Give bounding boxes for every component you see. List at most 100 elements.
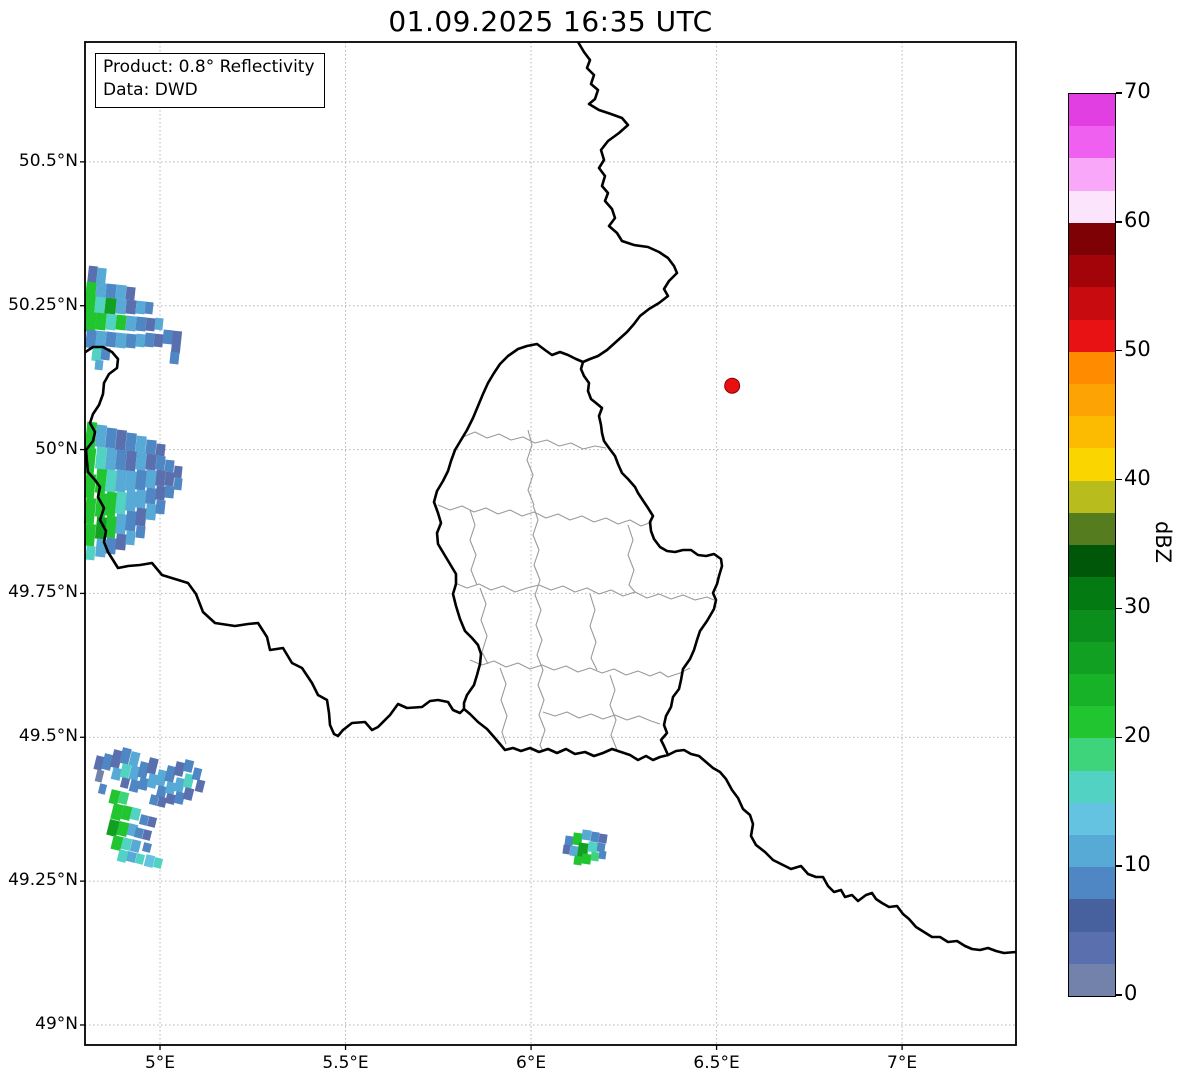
product-annotation-line2: Data: DWD [103, 79, 315, 102]
radar-echo-cell [115, 333, 127, 349]
radar-echo-cell [125, 491, 137, 512]
product-annotation-line1: Product: 0.8° Reflectivity [103, 56, 315, 79]
canton-border [438, 505, 652, 526]
radar-echo-cell [146, 757, 159, 775]
colorbar-tick-mark [1116, 350, 1122, 352]
radar-echo-cell [85, 330, 97, 349]
radar-echo-cell [144, 302, 153, 315]
colorbar-band [1069, 771, 1115, 803]
radar-echo-cell [164, 460, 174, 473]
radar-echo-cell [115, 299, 127, 315]
colorbar-band [1069, 287, 1115, 319]
colorbar-axis-label: dBZ [1151, 502, 1175, 582]
radar-echo-cell [105, 428, 117, 449]
colorbar [1068, 93, 1116, 997]
radar-echo-cell [95, 283, 107, 299]
colorbar-tick-mark [1116, 92, 1122, 94]
colorbar-band [1069, 223, 1115, 255]
colorbar-tick-label: 60 [1124, 208, 1151, 232]
radar-echo-cell [95, 331, 107, 348]
radar-echo-cell [183, 759, 195, 773]
radar-echo-cell [94, 360, 103, 371]
radar-echo-cell [183, 787, 195, 801]
colorbar-tick-mark [1116, 221, 1122, 223]
colorbar-band [1069, 577, 1115, 609]
radar-echo-cell [96, 268, 107, 285]
colorbar-tick-label: 20 [1124, 723, 1151, 747]
colorbar-band [1069, 191, 1115, 223]
colorbar-band [1069, 384, 1115, 416]
radar-echo-cell [85, 546, 95, 561]
colorbar-band [1069, 126, 1115, 158]
radar-echo-cell [569, 845, 578, 856]
colorbar-tick-mark [1116, 865, 1122, 867]
radar-echo-cell [145, 454, 157, 471]
radar-echo-cell [105, 314, 117, 331]
colorbar-tick-mark [1116, 737, 1122, 739]
colorbar-tick-mark [1116, 479, 1122, 481]
radar-echo-cell [598, 851, 606, 860]
radar-echo-cell [91, 347, 101, 362]
lat-tick-label: 50.5°N [0, 151, 78, 171]
belgium-france-border [84, 347, 464, 736]
radar-echo-cell [135, 526, 145, 539]
colorbar-band [1069, 545, 1115, 577]
colorbar-tick-label: 10 [1124, 852, 1151, 876]
colorbar-band [1069, 481, 1115, 513]
colorbar-tick-label: 30 [1124, 594, 1151, 618]
radar-echo-cell [164, 472, 174, 487]
radar-echo-cell [562, 845, 570, 855]
radar-echo-cell [145, 470, 157, 489]
colorbar-tick-mark [1116, 608, 1122, 610]
radar-echo-cell [581, 829, 591, 840]
colorbar-band [1069, 448, 1115, 480]
radar-echo-cell [125, 531, 135, 546]
lat-tick-label: 50°N [0, 439, 78, 459]
canton-border [590, 594, 597, 670]
radar-echo-cell [142, 842, 152, 853]
radar-echo-cell [129, 779, 141, 793]
radar-echo-cell [145, 440, 156, 455]
colorbar-band [1069, 835, 1115, 867]
radar-echo-cell [115, 534, 127, 551]
lon-tick-label: 7°E [847, 1053, 957, 1073]
product-annotation: Product: 0.8° Reflectivity Data: DWD [95, 53, 325, 108]
canton-border [628, 525, 635, 592]
radar-echo-cell [573, 855, 582, 865]
colorbar-tick-label: 50 [1124, 337, 1151, 361]
radar-echo-cell [153, 334, 163, 348]
colorbar-tick-label: 0 [1124, 981, 1137, 1005]
radar-echo-cell [135, 490, 147, 509]
radar-echo-cell [144, 333, 154, 348]
radar-echo-cell [115, 430, 127, 451]
colorbar-band [1069, 610, 1115, 642]
radar-echo-cell [169, 352, 179, 365]
canton-border [610, 675, 617, 750]
lat-tick-label: 49.25°N [0, 870, 78, 890]
map-canvas [0, 0, 1202, 1081]
colorbar-band [1069, 706, 1115, 738]
radar-echo-cell [145, 504, 157, 521]
canton-border [500, 668, 507, 744]
radar-echo-cell [164, 486, 174, 499]
radar-figure: 01.09.2025 16:35 UTC Product: 0.8° Refle… [0, 0, 1202, 1081]
colorbar-band [1069, 352, 1115, 384]
radar-echo-cell [155, 470, 166, 487]
lat-tick-label: 49.5°N [0, 726, 78, 746]
radar-echo-cell [87, 266, 98, 285]
radar-echo-cell [115, 450, 127, 471]
radar-echo-cell [84, 311, 97, 332]
radar-echo-cell [590, 851, 599, 861]
radar-echo-cell [195, 779, 206, 793]
axes-spine [85, 42, 1016, 1045]
radar-echo-cell [587, 841, 597, 852]
lon-tick-label: 5.5°E [291, 1053, 401, 1073]
radar-echo-cell [95, 313, 107, 331]
colorbar-tick-label: 70 [1124, 79, 1151, 103]
colorbar-band [1069, 899, 1115, 931]
luxembourg-border [434, 344, 722, 760]
colorbar-band [1069, 867, 1115, 899]
colorbar-band [1069, 932, 1115, 964]
colorbar-band [1069, 642, 1115, 674]
radar-echo-cell [192, 767, 203, 781]
